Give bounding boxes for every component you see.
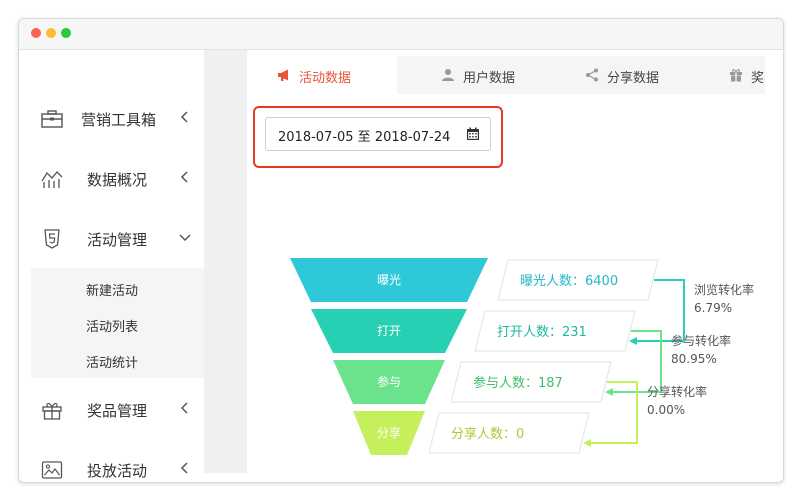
sidebar-item-label: 活动管理 [87,231,148,249]
funnel-segment-label: 参与 [377,374,401,389]
image-icon [41,461,63,479]
funnel-segment-label: 打开 [377,324,401,338]
funnel-count-text: 打开人数：231 [497,325,587,340]
submenu-item-activity-list[interactable]: 活动列表 [86,316,138,335]
app-window: 营销工具箱 数据概况 活动管理 新建活动 活动列表 活动统计 奖品管理 投放活动… [18,18,784,483]
sidebar-item-label: 营销工具箱 [81,111,157,129]
sidebar-item-label: 数据概况 [87,171,148,189]
funnel-count-text: 参与人数：187 [473,375,563,391]
chevron-left-icon [180,171,188,183]
conversion-arrow [629,337,637,345]
chevron-left-icon [180,402,188,414]
sidebar-item-activity-management[interactable]: 活动管理 [19,219,204,259]
minimize-window-button[interactable] [46,28,56,38]
conversion-arrow [605,388,613,396]
sidebar: 营销工具箱 数据概况 活动管理 新建活动 活动列表 活动统计 奖品管理 投放活动 [19,50,204,482]
html5-icon [44,229,60,249]
submenu-activity-management: 新建活动 活动列表 活动统计 [31,268,204,378]
sidebar-item-data-overview[interactable]: 数据概况 [19,159,204,199]
funnel-count-text: 曝光人数：6400 [520,274,618,289]
chart-line-icon [41,171,63,188]
submenu-item-activity-stats[interactable]: 活动统计 [86,352,138,371]
funnel-segment-label: 曝光 [377,273,401,287]
toolbox-icon [41,110,63,128]
maximize-window-button[interactable] [61,28,71,38]
conversion-rate-label: 浏览转化率 [694,282,754,297]
title-bar [19,19,783,50]
submenu-item-new-activity[interactable]: 新建活动 [86,280,138,299]
sidebar-item-launch-activity[interactable]: 投放活动 [19,450,204,482]
sidebar-item-label: 奖品管理 [87,402,148,420]
conversion-rate-value: 6.79% [694,301,732,315]
chevron-left-icon [180,462,188,474]
funnel-segment-label: 分享 [377,425,401,440]
funnel-count-text: 分享人数：0 [451,426,524,442]
close-window-button[interactable] [31,28,41,38]
conversion-rate-value: 80.95% [671,352,717,366]
content-gutter [204,50,247,473]
funnel-chart: 曝光 曝光人数：6400 打开 打开人数：231 参与 参与人数：187 分享 分享人数：0 浏… [290,258,754,455]
gift-icon [42,402,62,420]
conversion-rate-label: 参与转化率 [671,333,731,348]
chevron-left-icon [180,111,188,123]
sidebar-item-marketing-toolbox[interactable]: 营销工具箱 [19,99,204,139]
main-content: 活动数据 用户数据 分享数据 奖 2018-07-05 至 2018-07-24… [247,50,765,482]
conversion-arrow [583,439,591,447]
conversion-rate-value: 0.00% [647,403,685,417]
conversion-rate-label: 分享转化率 [647,384,707,399]
chevron-down-icon [179,234,191,242]
sidebar-item-prize-management[interactable]: 奖品管理 [19,390,204,430]
sidebar-item-label: 投放活动 [87,462,148,480]
